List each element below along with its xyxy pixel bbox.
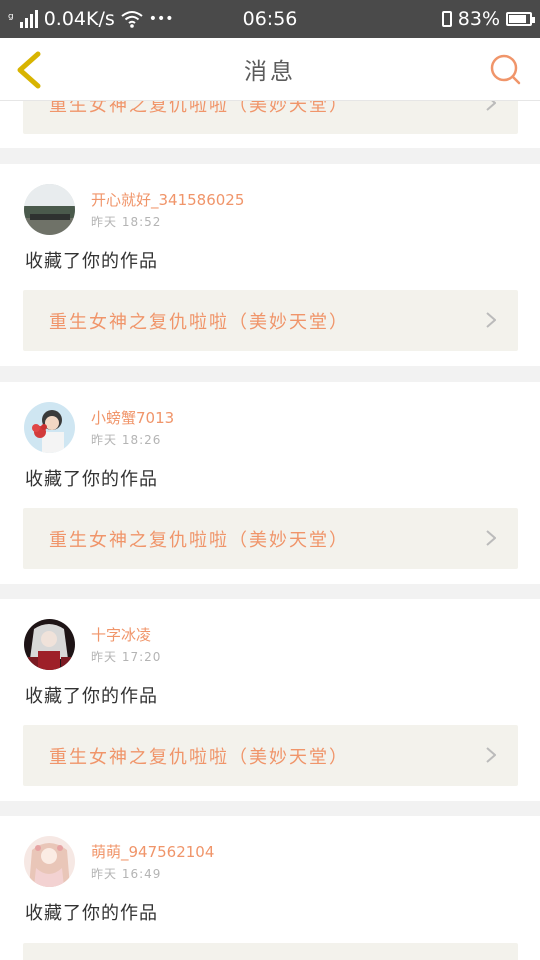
app-header: 消息 — [0, 38, 540, 101]
more-notifications-icon: ••• — [148, 11, 174, 27]
action-text: 收藏了你的作品 — [25, 251, 158, 272]
chevron-right-icon — [486, 530, 496, 546]
work-title: 重生女神之复仇啦啦（美妙天堂） — [49, 529, 349, 551]
search-icon[interactable] — [488, 52, 522, 86]
username[interactable]: 萌萌_947562104 — [91, 841, 214, 862]
work-title: 重生女神之复仇啦啦（美妙天堂） — [49, 100, 349, 116]
page-title: 消息 — [244, 59, 296, 85]
status-bar: ᵍ 0.04K/s ••• 06:56 83% — [0, 0, 540, 38]
battery-percent: 83% — [457, 8, 500, 30]
chevron-right-icon — [486, 747, 496, 763]
work-title: 重生女神之复仇啦啦（美妙天堂） — [49, 746, 349, 768]
action-text: 收藏了你的作品 — [25, 903, 158, 924]
chevron-right-icon — [486, 100, 496, 111]
signal-icon — [19, 10, 38, 28]
action-text: 收藏了你的作品 — [25, 686, 158, 707]
chevron-right-icon — [486, 312, 496, 328]
username[interactable]: 开心就好_341586025 — [91, 189, 244, 210]
network-speed: 0.04K/s — [43, 8, 115, 30]
avatar[interactable] — [24, 402, 75, 453]
wifi-icon — [121, 11, 143, 28]
action-text: 收藏了你的作品 — [25, 469, 158, 490]
timestamp: 昨天 18:52 — [91, 215, 162, 229]
wifi-calling-icon: ᵍ — [8, 11, 14, 27]
work-link[interactable]: 重生女神之复仇啦啦（美妙天堂） — [23, 100, 518, 134]
message-list[interactable]: 重生女神之复仇啦啦（美妙天堂） 开心就好_341586025 昨天 18:52 … — [0, 100, 540, 960]
list-item: 萌萌_947562104 昨天 16:49 收藏了你的作品 — [0, 816, 540, 960]
timestamp: 昨天 18:26 — [91, 433, 162, 447]
avatar[interactable] — [24, 184, 75, 235]
back-arrow-icon[interactable] — [10, 50, 50, 90]
list-item: 开心就好_341586025 昨天 18:52 收藏了你的作品 重生女神之复仇啦… — [0, 164, 540, 366]
avatar[interactable] — [24, 836, 75, 887]
work-link[interactable]: 重生女神之复仇啦啦（美妙天堂） — [23, 290, 518, 351]
timestamp: 昨天 17:20 — [91, 650, 162, 664]
battery-icon — [506, 12, 535, 26]
username[interactable]: 小螃蟹7013 — [91, 407, 174, 428]
list-item: 十字冰凌 昨天 17:20 收藏了你的作品 重生女神之复仇啦啦（美妙天堂） — [0, 599, 540, 801]
work-title: 重生女神之复仇啦啦（美妙天堂） — [49, 311, 349, 333]
work-link[interactable]: 重生女神之复仇啦啦（美妙天堂） — [23, 725, 518, 786]
clock: 06:56 — [242, 8, 298, 30]
work-link[interactable]: 重生女神之复仇啦啦（美妙天堂） — [23, 508, 518, 569]
list-item: 重生女神之复仇啦啦（美妙天堂） — [0, 100, 540, 148]
work-link[interactable] — [23, 943, 518, 960]
list-item: 小螃蟹7013 昨天 18:26 收藏了你的作品 重生女神之复仇啦啦（美妙天堂） — [0, 382, 540, 584]
username[interactable]: 十字冰凌 — [91, 624, 161, 645]
avatar[interactable] — [24, 619, 75, 670]
vibrate-icon — [441, 11, 452, 27]
timestamp: 昨天 16:49 — [91, 867, 162, 881]
